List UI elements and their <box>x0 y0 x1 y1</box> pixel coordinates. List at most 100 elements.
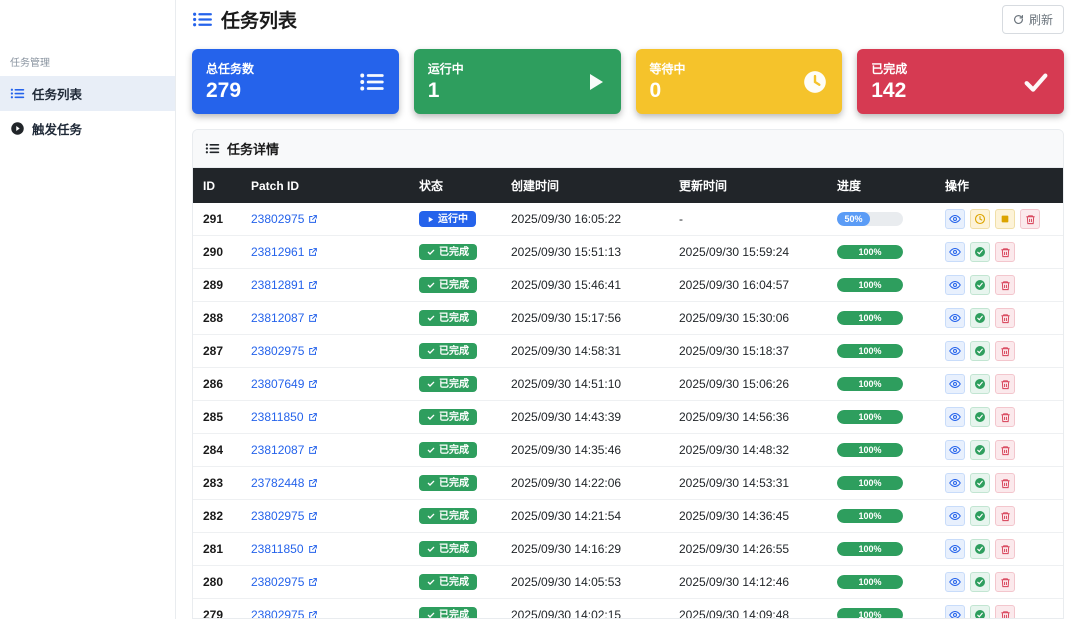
result-check-button[interactable] <box>970 374 990 395</box>
patch-link[interactable]: 23807649 <box>251 377 318 391</box>
table-row: 284 23812087 已完成 2025/09/30 14:35:46 2025/09… <box>193 433 1063 468</box>
progress-cell: 50% <box>827 203 935 237</box>
result-check-button[interactable] <box>970 308 990 329</box>
result-check-button[interactable] <box>970 506 990 527</box>
table-row: 279 23802975 已完成 2025/09/30 14:02:15 2025/09… <box>193 598 1063 619</box>
updated-time: 2025/09/30 14:36:45 <box>669 499 827 534</box>
patch-link[interactable]: 23802975 <box>251 575 318 589</box>
check-icon <box>427 446 435 454</box>
patch-id-cell: 23812891 <box>241 268 409 303</box>
external-link-icon <box>308 610 318 619</box>
eye-icon <box>949 312 961 324</box>
patch-link[interactable]: 23782448 <box>251 476 318 490</box>
patch-id-cell: 23811850 <box>241 532 409 567</box>
delete-button[interactable] <box>995 539 1015 560</box>
delete-button[interactable] <box>995 407 1015 428</box>
progress-bar: 100% <box>837 542 903 557</box>
delete-button[interactable] <box>995 506 1015 527</box>
delete-button[interactable] <box>995 605 1015 619</box>
status-cell: 已完成 <box>409 433 501 468</box>
result-check-button[interactable] <box>970 407 990 428</box>
page-title: 任务列表 <box>221 10 298 32</box>
eye-icon <box>949 576 961 588</box>
sidebar-item-trigger-task[interactable]: 触发任务 <box>0 111 175 146</box>
view-button[interactable] <box>945 374 965 395</box>
trash-icon <box>1000 247 1011 258</box>
delete-button[interactable] <box>995 308 1015 329</box>
pause-button[interactable] <box>970 209 990 230</box>
status-cell: 已完成 <box>409 598 501 619</box>
patch-link[interactable]: 23812087 <box>251 311 318 325</box>
stats-row: 总任务数 279 运行中 1 等待中 0 已完成 142 <box>176 38 1080 129</box>
view-button[interactable] <box>945 407 965 428</box>
delete-button[interactable] <box>995 374 1015 395</box>
status-cell: 已完成 <box>409 466 501 501</box>
status-badge: 已完成 <box>419 607 477 619</box>
sidebar-item-task-list[interactable]: 任务列表 <box>0 76 175 111</box>
patch-id-cell: 23802975 <box>241 565 409 600</box>
view-button[interactable] <box>945 506 965 527</box>
view-button[interactable] <box>945 572 965 593</box>
delete-button[interactable] <box>995 572 1015 593</box>
result-check-button[interactable] <box>970 341 990 362</box>
actions-cell <box>935 466 1063 501</box>
result-check-button[interactable] <box>970 275 990 296</box>
delete-button[interactable] <box>995 440 1015 461</box>
task-id: 285 <box>193 400 241 435</box>
view-button[interactable] <box>945 209 965 230</box>
trash-icon <box>1000 412 1011 423</box>
updated-time: 2025/09/30 15:30:06 <box>669 301 827 336</box>
view-button[interactable] <box>945 605 965 619</box>
stat-value: 279 <box>206 79 242 103</box>
patch-link[interactable]: 23812961 <box>251 245 318 259</box>
delete-button[interactable] <box>995 473 1015 494</box>
stat-label: 已完成 <box>871 62 908 77</box>
play-icon <box>583 70 607 94</box>
progress-bar: 100% <box>837 476 903 491</box>
view-button[interactable] <box>945 473 965 494</box>
progress-cell: 100% <box>827 466 935 501</box>
status-cell: 已完成 <box>409 367 501 402</box>
created-time: 2025/09/30 14:58:31 <box>501 334 669 369</box>
delete-button[interactable] <box>995 242 1015 263</box>
result-check-button[interactable] <box>970 242 990 263</box>
delete-button[interactable] <box>995 341 1015 362</box>
view-button[interactable] <box>945 275 965 296</box>
stop-button[interactable] <box>995 209 1015 230</box>
table-header-row: ID Patch ID 状态 创建时间 更新时间 进度 操作 <box>193 168 1063 204</box>
table-row: 287 23802975 已完成 2025/09/30 14:58:31 2025/09… <box>193 334 1063 369</box>
delete-button[interactable] <box>995 275 1015 296</box>
patch-link[interactable]: 23802975 <box>251 608 318 619</box>
result-check-button[interactable] <box>970 572 990 593</box>
external-link-icon <box>308 346 318 356</box>
patch-link[interactable]: 23802975 <box>251 509 318 523</box>
view-button[interactable] <box>945 242 965 263</box>
result-check-button[interactable] <box>970 440 990 461</box>
patch-link[interactable]: 23811850 <box>251 542 318 556</box>
result-check-button[interactable] <box>970 473 990 494</box>
patch-link[interactable]: 23812087 <box>251 443 318 457</box>
refresh-button[interactable]: 刷新 <box>1001 4 1064 34</box>
trash-icon <box>1000 280 1011 291</box>
check-icon <box>427 347 435 355</box>
table-row: 281 23811850 已完成 2025/09/30 14:16:29 2025/09… <box>193 532 1063 567</box>
refresh-label: 刷新 <box>1028 12 1053 27</box>
patch-link[interactable]: 23811850 <box>251 410 318 424</box>
status-cell: 已完成 <box>409 499 501 534</box>
result-check-button[interactable] <box>970 605 990 619</box>
result-check-button[interactable] <box>970 539 990 560</box>
delete-button[interactable] <box>1020 209 1040 230</box>
patch-link[interactable]: 23802975 <box>251 344 318 358</box>
patch-link[interactable]: 23802975 <box>251 212 318 226</box>
view-button[interactable] <box>945 308 965 329</box>
patch-link[interactable]: 23812891 <box>251 278 318 292</box>
view-button[interactable] <box>945 539 965 560</box>
progress-cell: 100% <box>827 499 935 534</box>
actions-cell <box>935 565 1063 600</box>
progress-bar: 100% <box>837 344 903 359</box>
progress-bar: 100% <box>837 608 903 619</box>
patch-id-cell: 23802975 <box>241 334 409 369</box>
view-button[interactable] <box>945 440 965 461</box>
view-button[interactable] <box>945 341 965 362</box>
patch-id-cell: 23802975 <box>241 203 409 237</box>
